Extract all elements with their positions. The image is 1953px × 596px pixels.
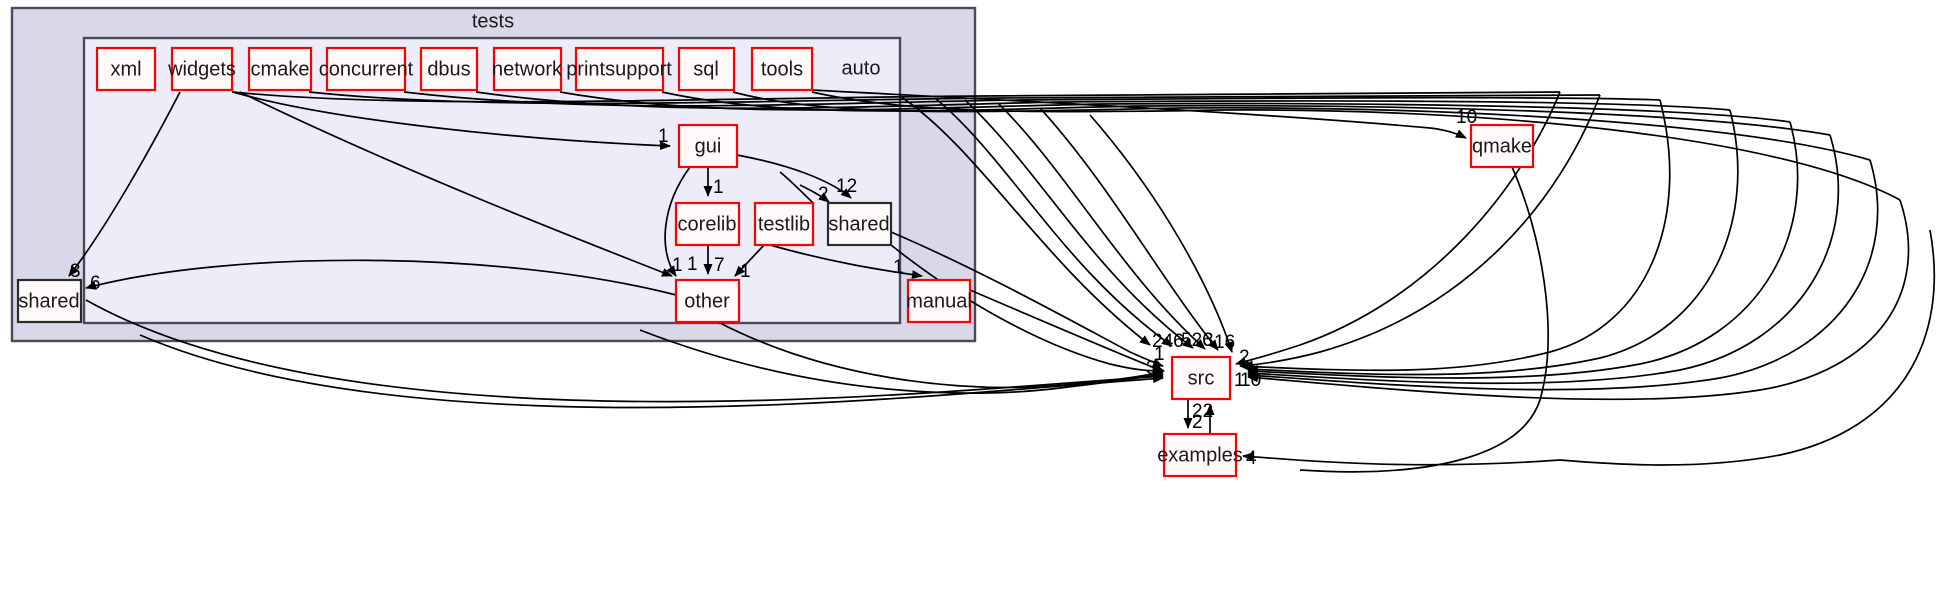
edge-label-testlib-shared: 2 <box>818 184 829 205</box>
node-examples-label: examples <box>1157 444 1243 466</box>
node-xml[interactable]: xml <box>95 46 157 92</box>
edge-label-a-other: 1 <box>672 255 683 276</box>
edge-topbus-to-src-6 <box>1089 114 1234 353</box>
node-src-label: src <box>1188 367 1215 389</box>
node-dbus-label: dbus <box>427 58 470 80</box>
edge-low-sweep-7 <box>969 289 1165 373</box>
node-network[interactable]: network <box>492 46 563 92</box>
node-shared-auto-label: shared <box>828 213 889 235</box>
node-cmake-label: cmake <box>251 58 310 80</box>
node-testlib[interactable]: testlib <box>753 201 815 247</box>
cluster-tests-label: tests <box>472 10 514 32</box>
node-gui[interactable]: gui <box>677 123 739 169</box>
edge-label-src-10r: 10 <box>1240 370 1261 391</box>
node-manual[interactable]: manual <box>906 278 972 324</box>
node-examples[interactable]: examples <box>1157 432 1243 478</box>
dependency-graph: tests auto xml widgets cmake concurrent … <box>0 0 1953 596</box>
node-widgets[interactable]: widgets <box>167 46 236 92</box>
node-manual-label: manual <box>906 290 972 312</box>
edge-down-2 <box>1242 94 1601 370</box>
node-shared-auto[interactable]: shared <box>826 201 893 247</box>
edge-label-b-other: 1 <box>687 254 698 275</box>
edge-label-widgets-gui: 1 <box>658 126 669 147</box>
node-other[interactable]: other <box>674 278 741 324</box>
node-shared-left-label: shared <box>18 290 79 312</box>
edge-label-gui-shared: 12 <box>836 176 857 197</box>
edge-label-src-3: 3 <box>1203 330 1214 351</box>
edge-label-tools-qmake: 10 <box>1456 107 1477 128</box>
node-qmake[interactable]: qmake <box>1469 123 1535 169</box>
edge-right-loop-6 <box>1239 99 1671 372</box>
node-testlib-label: testlib <box>758 213 810 235</box>
node-qmake-label: qmake <box>1472 135 1532 157</box>
node-widgets-label: widgets <box>167 58 236 80</box>
edge-label-testlib-other: 1 <box>740 261 751 282</box>
node-sql[interactable]: sql <box>677 46 736 92</box>
edge-right-loop-2 <box>1247 159 1879 391</box>
edge-label-examples-in-4: 4 <box>1246 448 1257 469</box>
edge-label-src-1l: 1 <box>1152 358 1163 379</box>
edge-topbus-to-src-3 <box>964 99 1194 349</box>
edge-far-right-to-examples <box>1559 229 1936 466</box>
edge-label-examples-src-2: 2 <box>1192 412 1203 433</box>
cluster-auto-label: auto <box>842 57 881 79</box>
node-concurrent[interactable]: concurrent <box>319 46 414 92</box>
edge-label-src-16: 16 <box>1214 332 1235 353</box>
node-other-label: other <box>684 290 730 312</box>
node-xml-label: xml <box>110 58 141 80</box>
graph-canvas: tests auto xml widgets cmake concurrent … <box>10 6 1936 478</box>
edge-topbus-to-src-5 <box>1039 107 1219 351</box>
node-network-label: network <box>492 58 563 80</box>
node-printsupport[interactable]: printsupport <box>566 46 672 92</box>
edge-label-src-2r: 2 <box>1239 347 1250 368</box>
node-src[interactable]: src <box>1170 355 1232 401</box>
edge-right-loop-3 <box>1247 134 1840 385</box>
node-tools[interactable]: tools <box>750 46 814 92</box>
node-sql-label: sql <box>693 58 719 80</box>
node-shared-left[interactable]: shared <box>16 278 83 324</box>
node-corelib[interactable]: corelib <box>674 201 741 247</box>
node-corelib-label: corelib <box>678 213 737 235</box>
edge-label-corelib-other: 7 <box>714 255 725 276</box>
node-concurrent-label: concurrent <box>319 58 414 80</box>
edge-to-examples-4 <box>1242 452 1561 466</box>
node-tools-label: tools <box>761 58 803 80</box>
edge-label-gui-corelib: 1 <box>713 177 724 198</box>
edge-label-manual-in: 1 <box>893 257 904 278</box>
edge-label-xml-shared: 3 <box>70 261 81 282</box>
edge-label-other-shared: 6 <box>90 273 101 294</box>
node-cmake[interactable]: cmake <box>247 46 313 92</box>
edge-qmake-down <box>1299 166 1549 473</box>
node-printsupport-label: printsupport <box>566 58 672 80</box>
node-gui-label: gui <box>695 135 722 157</box>
node-dbus[interactable]: dbus <box>419 46 479 92</box>
